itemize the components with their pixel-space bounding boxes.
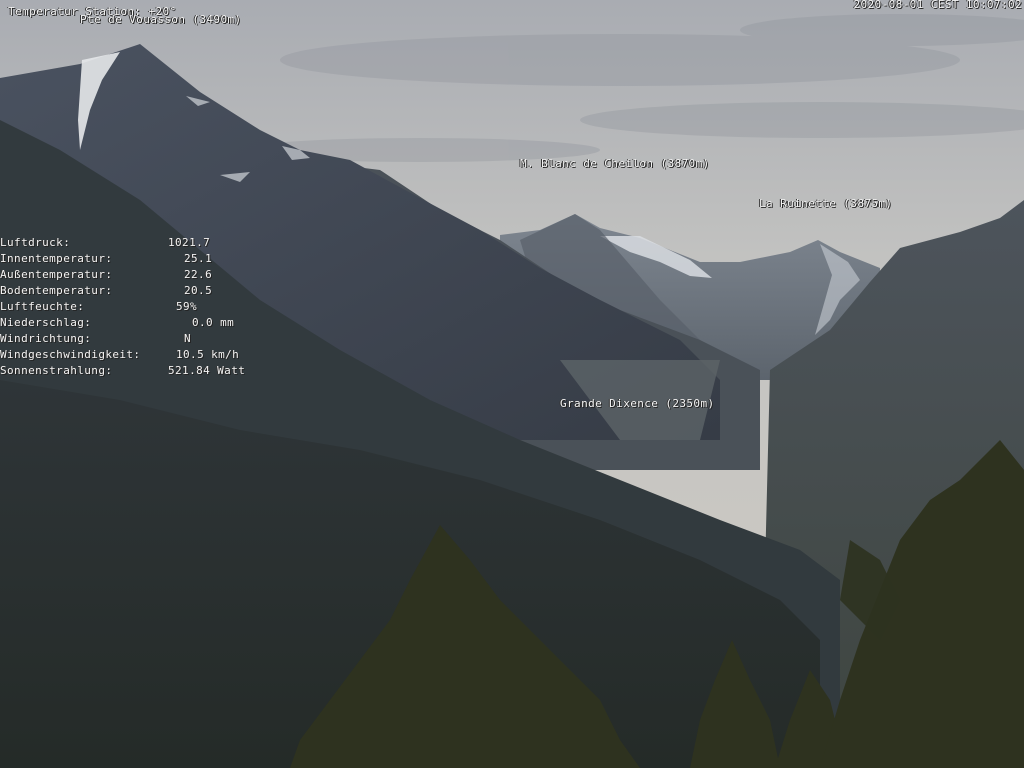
weather-label: Luftdruck: bbox=[0, 236, 71, 249]
weather-value: 22.6 bbox=[184, 268, 213, 281]
weather-value: 59% bbox=[176, 300, 198, 313]
weather-row: Windgeschwindigkeit: 10.5 km/h bbox=[0, 348, 270, 364]
weather-label: Windgeschwindigkeit: bbox=[0, 348, 141, 361]
weather-panel: Luftdruck: 1021.7 Innentemperatur: 25.1 Au… bbox=[0, 236, 270, 386]
peak-label-vouasson: Pte de Vouasson (3490m) bbox=[80, 13, 242, 26]
weather-label: Sonnenstrahlung: bbox=[0, 364, 113, 377]
weather-row: Niederschlag: 0.0 mm bbox=[0, 316, 270, 332]
weather-value: 20.5 bbox=[184, 284, 213, 297]
weather-label: Niederschlag: bbox=[0, 316, 92, 329]
timestamp: 2020-08-01 CEST 10:07:02 bbox=[853, 0, 1022, 11]
weather-row: Außentemperatur: 22.6 bbox=[0, 268, 270, 284]
weather-row: Innentemperatur: 25.1 bbox=[0, 252, 270, 268]
weather-row: Luftdruck: 1021.7 bbox=[0, 236, 270, 252]
annotation-grande-dixence: Grande Dixence (2350m) bbox=[560, 397, 715, 410]
weather-value: 25.1 bbox=[184, 252, 213, 265]
annotation-la-ruinette: La Ruinette (3875m) bbox=[759, 197, 893, 210]
weather-label: Luftfeuchte: bbox=[0, 300, 85, 313]
weather-value: 0.0 mm bbox=[192, 316, 235, 329]
weather-value: N bbox=[184, 332, 192, 345]
weather-value: 1021.7 bbox=[168, 236, 211, 249]
weather-row: Windrichtung: N bbox=[0, 332, 270, 348]
weather-label: Bodentemperatur: bbox=[0, 284, 113, 297]
weather-label: Außentemperatur: bbox=[0, 268, 113, 281]
weather-row: Bodentemperatur: 20.5 bbox=[0, 284, 270, 300]
weather-value: 10.5 km/h bbox=[176, 348, 240, 361]
weather-label: Innentemperatur: bbox=[0, 252, 113, 265]
weather-row: Luftfeuchte: 59% bbox=[0, 300, 270, 316]
weather-label: Windrichtung: bbox=[0, 332, 92, 345]
webcam-view: Temperatur Station: +20° Pte de Vouasson… bbox=[0, 0, 1024, 768]
weather-value: 521.84 Watt bbox=[168, 364, 246, 377]
weather-row: Sonnenstrahlung: 521.84 Watt bbox=[0, 364, 270, 380]
annotation-mont-blanc-de-cheilon: M. Blanc de Cheilon (3870m) bbox=[520, 157, 710, 170]
